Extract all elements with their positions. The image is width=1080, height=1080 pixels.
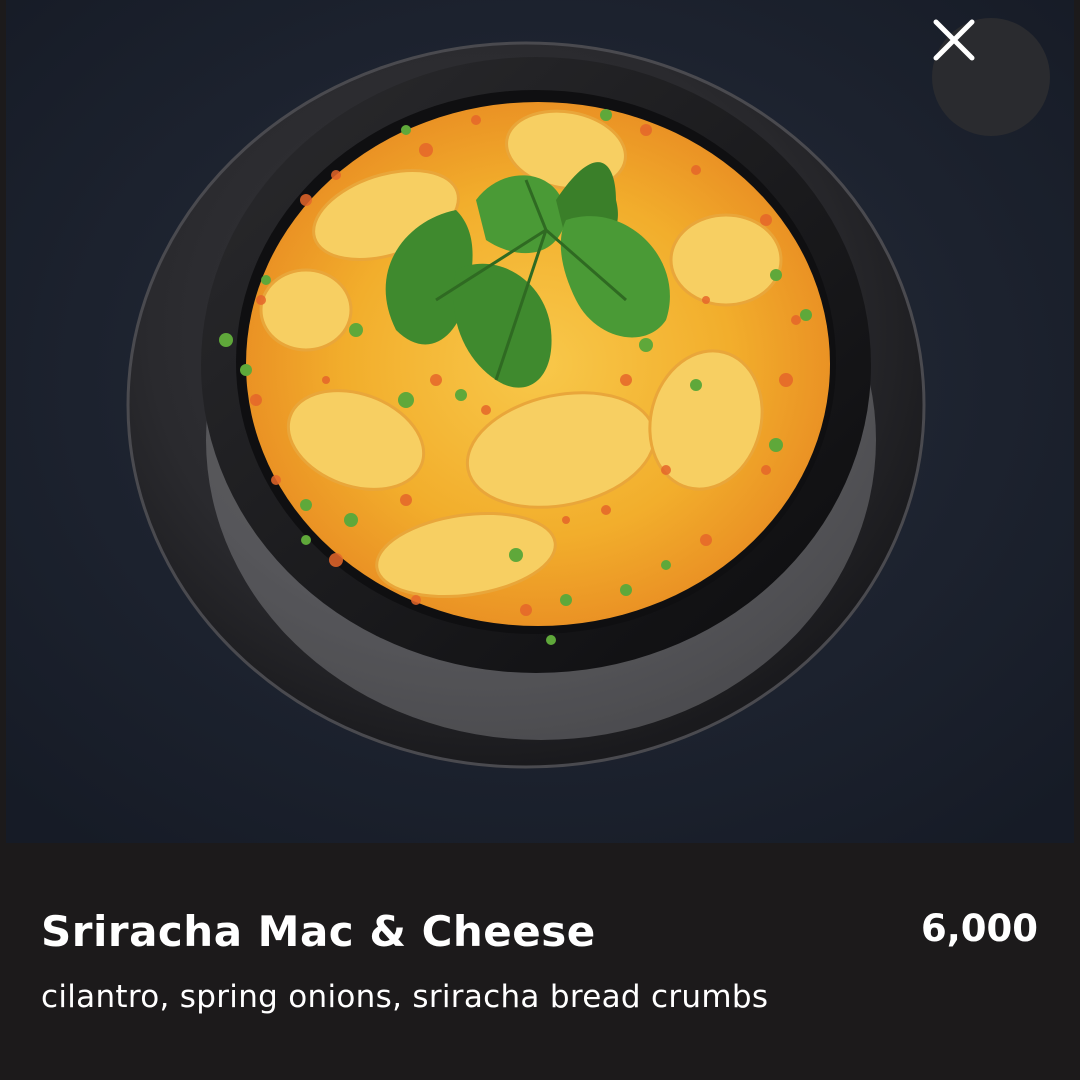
dish-description: cilantro, spring onions, sriracha bread … xyxy=(41,979,769,1015)
dish-detail-modal: Sriracha Mac & Cheese 6,000 cilantro, sp… xyxy=(0,0,1080,1080)
dish-price: 6,000 xyxy=(920,907,1038,950)
close-button[interactable] xyxy=(932,18,1050,136)
dish-name: Sriracha Mac & Cheese xyxy=(41,907,596,956)
dish-info-panel: Sriracha Mac & Cheese 6,000 cilantro, sp… xyxy=(6,843,1074,1080)
bottom-edge xyxy=(0,1050,1080,1080)
close-icon xyxy=(933,19,975,61)
dish-photo xyxy=(6,0,1074,843)
dish-illustration xyxy=(6,0,1074,843)
